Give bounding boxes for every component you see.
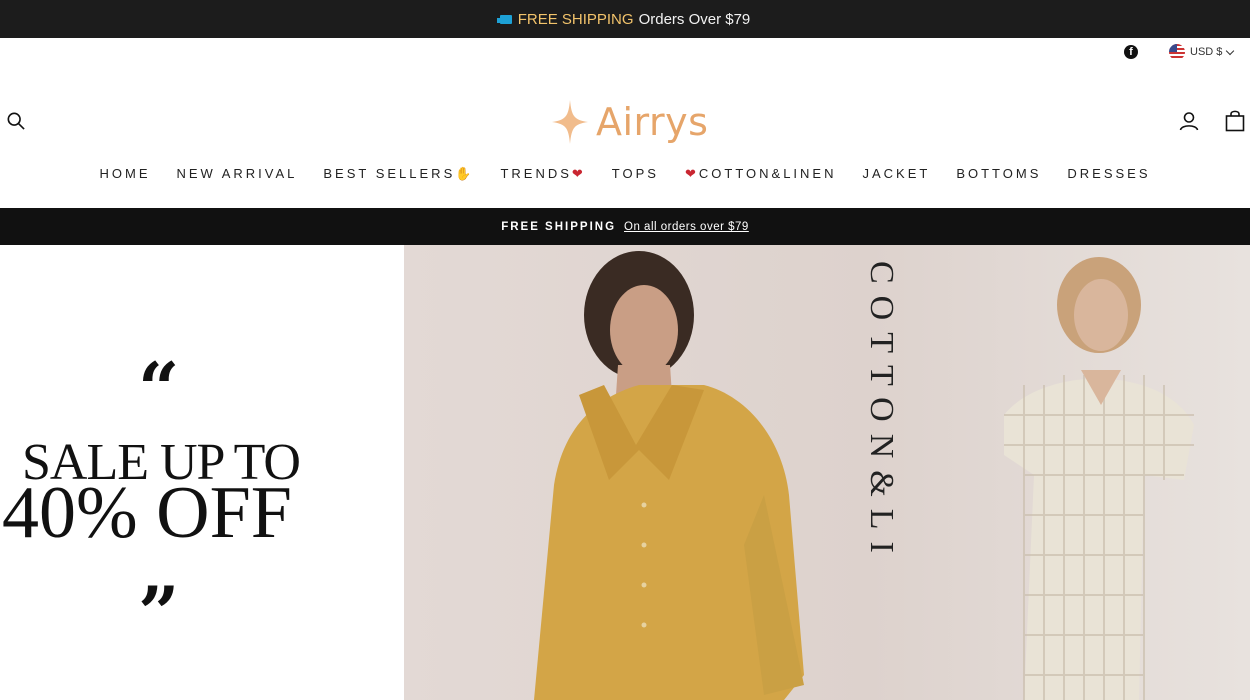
facebook-icon[interactable]: f — [1124, 45, 1138, 59]
nav-dresses[interactable]: DRESSES — [1067, 166, 1150, 182]
nav-cotton-linen[interactable]: ❤COTTON&LINEN — [685, 166, 837, 182]
heart-icon: ❤ — [684, 166, 699, 181]
us-flag-icon — [1169, 44, 1185, 60]
hand-emoji-icon: ✋ — [455, 166, 475, 181]
nav-home[interactable]: HOME — [99, 166, 150, 182]
logo-text: Airrys — [596, 100, 709, 144]
truck-icon — [496, 14, 512, 24]
cart-icon[interactable] — [1225, 110, 1245, 132]
nav-bottoms[interactable]: BOTTOMS — [956, 166, 1041, 182]
star-logo-icon — [552, 100, 588, 144]
nav-jacket[interactable]: JACKET — [862, 166, 930, 182]
nav-new-arrival[interactable]: NEW ARRIVAL — [176, 166, 297, 182]
nav-best-sellers[interactable]: BEST SELLERS✋ — [323, 166, 474, 182]
announcement-strong: FREE SHIPPING — [517, 10, 634, 28]
main-navigation: HOME NEW ARRIVAL BEST SELLERS✋ TRENDS❤ T… — [0, 166, 1250, 182]
nav-tops[interactable]: TOPS — [612, 166, 659, 182]
sale-heading-line2: 40% OFF — [2, 472, 292, 554]
announcement-text: Orders Over $79 — [638, 10, 751, 28]
hero-vertical-title: COTTON&LI — [863, 261, 900, 565]
heart-icon: ❤ — [571, 166, 586, 181]
currency-selector[interactable]: USD $ — [1169, 44, 1235, 60]
promo-label: FREE SHIPPING — [501, 220, 617, 233]
hero-photo — [404, 245, 1250, 700]
account-icon[interactable] — [1179, 111, 1199, 131]
quote-open-mark: “ — [138, 346, 180, 431]
announcement-bar: FREE SHIPPING Orders Over $79 — [0, 0, 1250, 38]
sale-panel[interactable]: “ SALE UP TO 40% OFF ” — [0, 245, 404, 700]
chevron-down-icon — [1226, 46, 1235, 55]
nav-trends[interactable]: TRENDS❤ — [500, 166, 585, 182]
utility-bar: f USD $ — [0, 38, 1250, 68]
quote-close-mark: ” — [138, 570, 180, 655]
currency-label: USD $ — [1190, 46, 1223, 58]
site-logo[interactable]: Airrys — [552, 100, 708, 144]
search-icon[interactable] — [7, 112, 25, 130]
promo-link[interactable]: On all orders over $79 — [624, 221, 749, 233]
hero-banner-image[interactable]: COTTON&LI — [404, 245, 1250, 700]
promo-bar: FREE SHIPPING On all orders over $79 — [0, 208, 1250, 245]
